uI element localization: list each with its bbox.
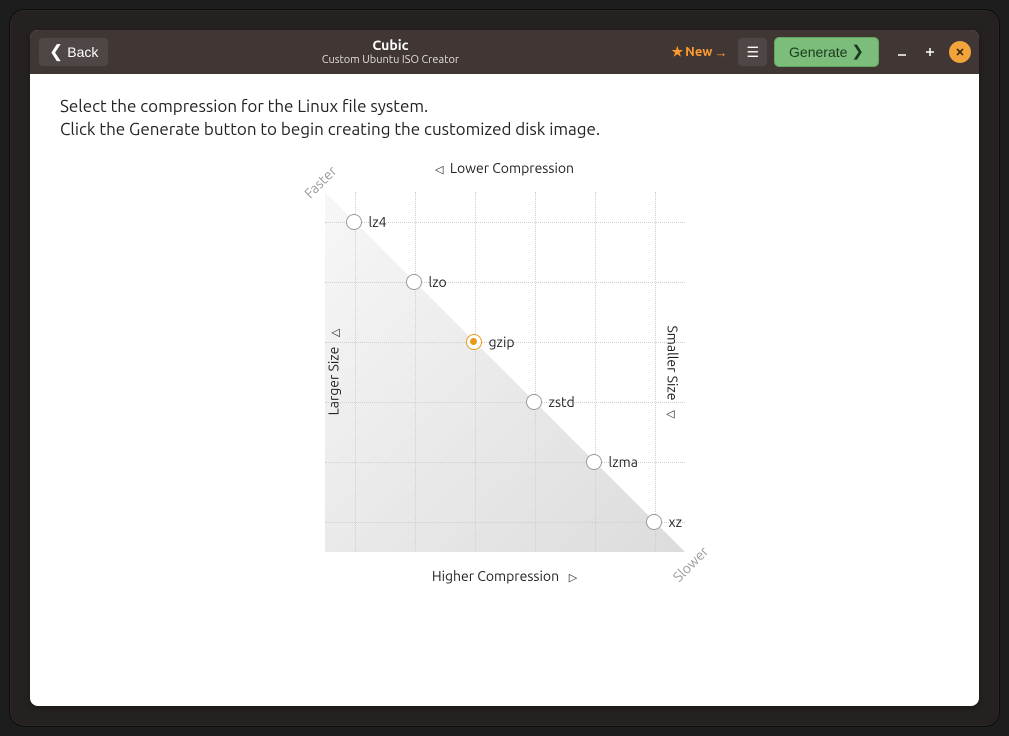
generate-button-label: Generate [789, 45, 847, 59]
compression-triangle: ◁ Lower Compression Higher Compression ▷… [325, 192, 685, 552]
axis-bottom: Higher Compression ▷ [432, 568, 577, 584]
axis-left: Larger Size △ [325, 328, 341, 415]
close-button[interactable] [949, 41, 971, 63]
instructions: Select the compression for the Linux fil… [60, 96, 949, 142]
radio-icon [586, 454, 602, 470]
menu-button[interactable]: ☰ [737, 37, 768, 67]
window-subtitle: Custom Ubuntu ISO Creator [115, 54, 665, 66]
radio-icon [526, 394, 542, 410]
grid-line-v [655, 192, 656, 552]
back-button[interactable]: ❮ Back [38, 37, 109, 67]
triangle-left-icon: ◁ [435, 164, 443, 176]
option-label: lzo [429, 274, 447, 290]
headerbar: ❮ Back Cubic Custom Ubuntu ISO Creator ★… [30, 30, 979, 74]
triangle-shape [325, 192, 685, 552]
grid-line-h [325, 402, 685, 403]
maximize-button[interactable] [921, 43, 939, 61]
grid-line-v [475, 192, 476, 552]
radio-icon [406, 274, 422, 290]
option-gzip[interactable]: gzip [466, 334, 515, 350]
grid-line-v [355, 192, 356, 552]
option-label: lzma [609, 454, 638, 470]
instruction-line-2: Click the Generate button to begin creat… [60, 119, 949, 142]
window-controls [893, 41, 971, 63]
grid-line-h [325, 282, 685, 283]
radio-icon [466, 334, 482, 350]
triangle-right-icon: ▷ [569, 572, 577, 584]
axis-right: Smaller Size ▽ [665, 325, 681, 418]
grid-line-v [535, 192, 536, 552]
window-title: Cubic [115, 38, 665, 53]
triangle-down-icon: ▽ [665, 410, 677, 418]
axis-left-label: Larger Size [325, 347, 341, 416]
option-zstd[interactable]: zstd [526, 394, 575, 410]
back-button-label: Back [67, 45, 98, 59]
axis-top: ◁ Lower Compression [435, 160, 574, 176]
window-title-block: Cubic Custom Ubuntu ISO Creator [115, 38, 665, 65]
new-version-label: New [685, 45, 712, 59]
option-label: xz [669, 514, 683, 530]
option-lz4[interactable]: lz4 [346, 214, 387, 230]
axis-bottom-label: Higher Compression [432, 568, 559, 584]
hamburger-icon: ☰ [746, 45, 759, 59]
instruction-line-1: Select the compression for the Linux fil… [60, 96, 949, 119]
radio-icon [346, 214, 362, 230]
axis-right-label: Smaller Size [665, 325, 681, 400]
option-lzma[interactable]: lzma [586, 454, 638, 470]
axis-top-label: Lower Compression [450, 160, 574, 176]
compression-chart: ◁ Lower Compression Higher Compression ▷… [285, 192, 725, 662]
grid-line-h [325, 522, 685, 523]
grid-line-v [595, 192, 596, 552]
option-lzo[interactable]: lzo [406, 274, 447, 290]
generate-button[interactable]: Generate ❯ [774, 37, 879, 67]
new-version-indicator[interactable]: ★ New → [671, 45, 727, 60]
option-label: gzip [489, 334, 515, 350]
minimize-button[interactable] [893, 43, 911, 61]
content-area: Select the compression for the Linux fil… [30, 74, 979, 684]
star-icon: ★ [671, 45, 683, 60]
arrow-right-icon: → [714, 45, 727, 60]
triangle-up-icon: △ [329, 328, 341, 336]
option-label: zstd [549, 394, 575, 410]
radio-icon [646, 514, 662, 530]
option-label: lz4 [369, 214, 387, 230]
option-xz[interactable]: xz [646, 514, 683, 530]
grid-line-v [415, 192, 416, 552]
